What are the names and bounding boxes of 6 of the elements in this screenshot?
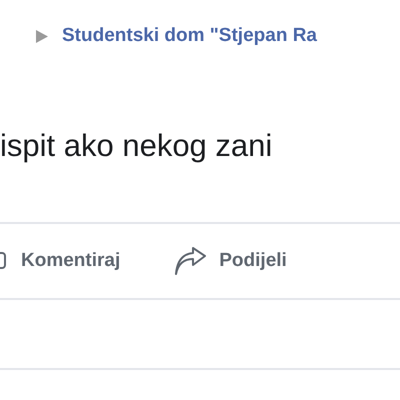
destination-link[interactable]: Studentski dom "Stjepan Ra — [62, 22, 317, 50]
share-arrow-icon — [174, 246, 208, 276]
triangle-icon — [36, 30, 48, 42]
post-text: ispit ako nekog zani — [0, 128, 274, 164]
comment-button[interactable]: Komentiraj — [0, 246, 120, 276]
share-button[interactable]: Podijeli — [174, 246, 287, 276]
